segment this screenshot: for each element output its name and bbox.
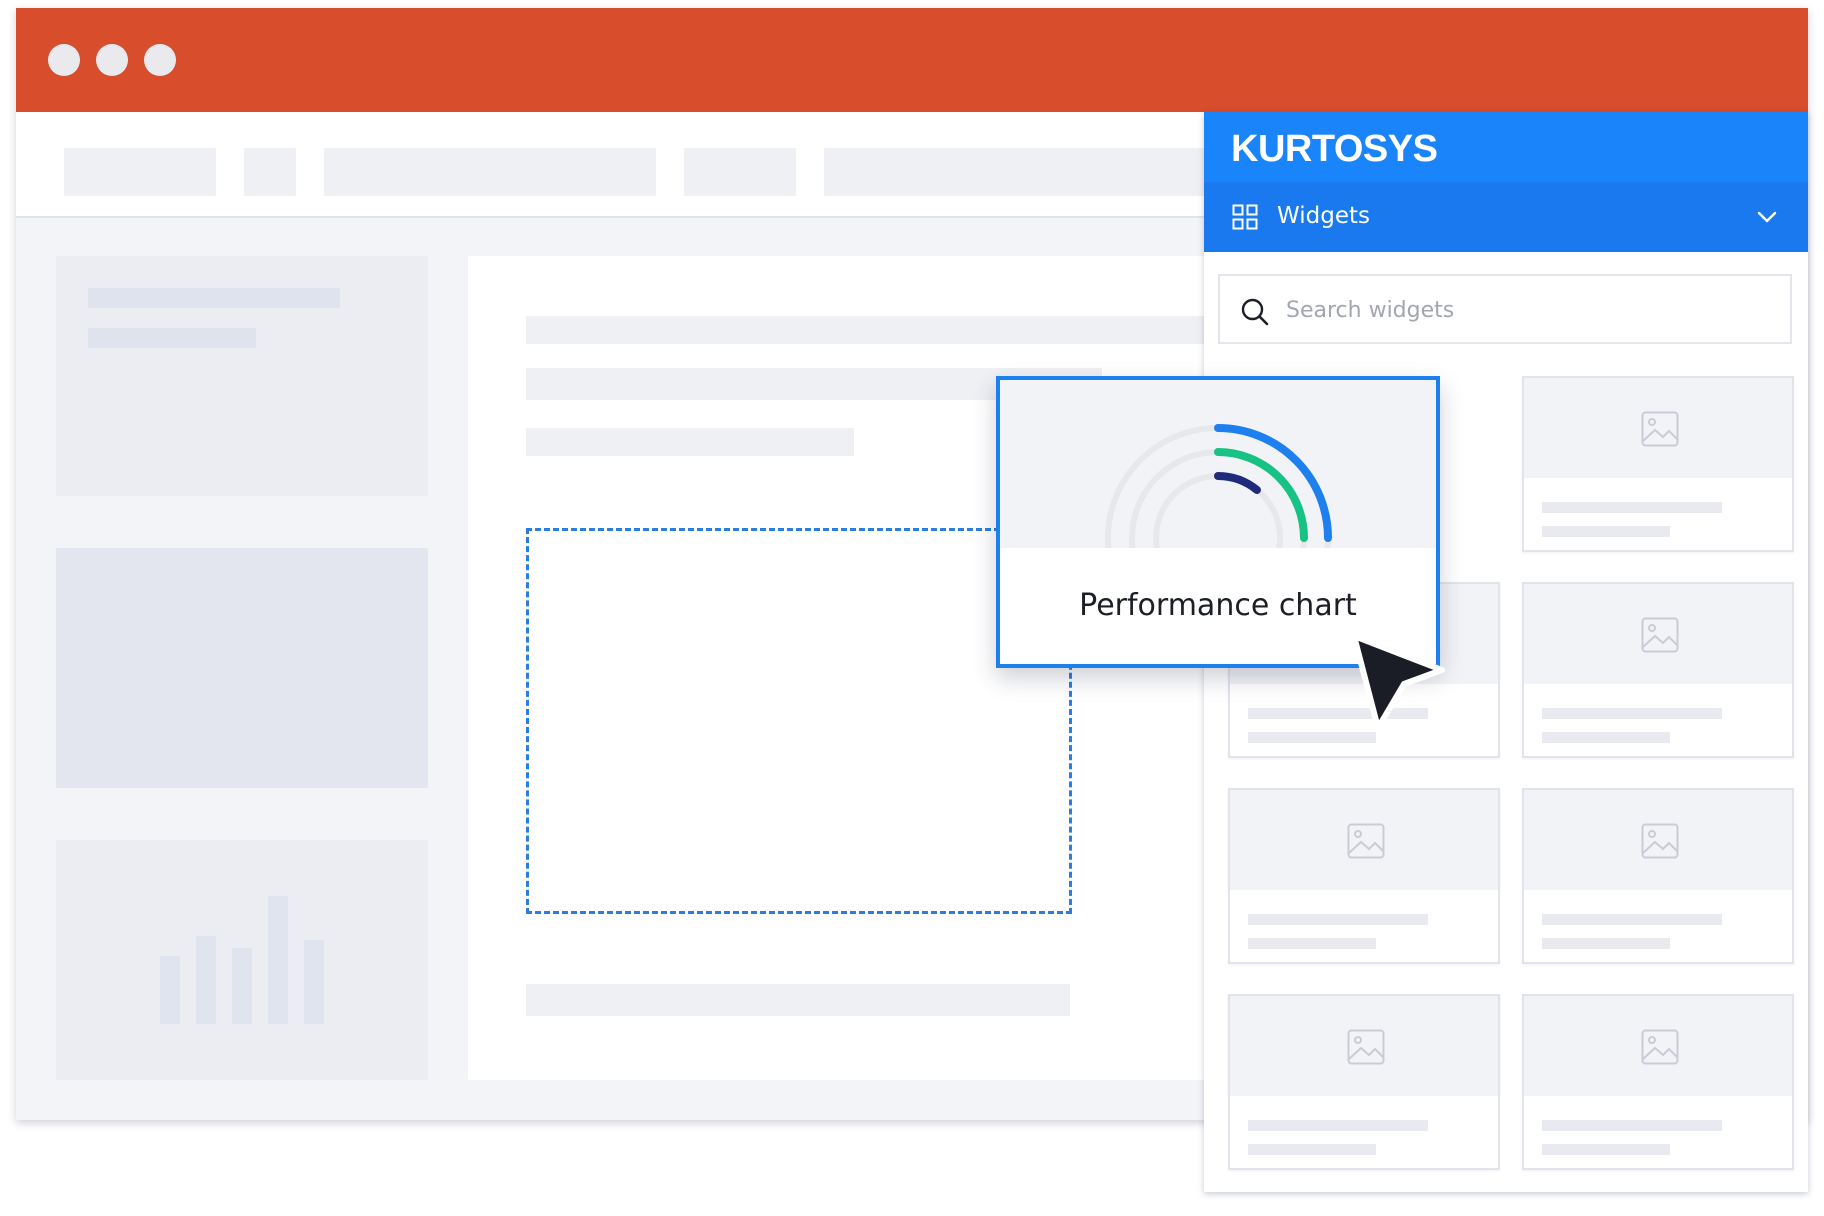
kurtosys-logo: KURTOSYS [1231, 128, 1438, 170]
search-box [1218, 274, 1792, 344]
skeleton-line [1248, 1120, 1428, 1131]
skeleton-line [1542, 938, 1670, 949]
skeleton-line [1542, 502, 1722, 513]
widget-drop-zone[interactable] [526, 528, 1072, 914]
skeleton-line [526, 316, 1216, 344]
skeleton-line [1248, 1144, 1376, 1155]
skeleton-line [1248, 938, 1376, 949]
window-maximize-control[interactable] [144, 44, 176, 76]
skeleton-line [1542, 732, 1670, 743]
widget-tile[interactable] [1228, 788, 1500, 964]
skeleton-bar [160, 956, 180, 1024]
widget-tile[interactable] [1522, 582, 1794, 758]
widget-thumbnail [1524, 996, 1792, 1096]
skeleton-line [1542, 708, 1722, 719]
nav-placeholder-3 [324, 148, 656, 196]
mouse-pointer-icon [1351, 633, 1445, 731]
window-minimize-control[interactable] [96, 44, 128, 76]
window-titlebar [16, 8, 1808, 112]
skeleton-card-text [56, 256, 428, 496]
skeleton-line [88, 328, 256, 348]
skeleton-card-block [56, 548, 428, 788]
skeleton-bar [232, 948, 252, 1024]
performance-chart-icon [1105, 424, 1332, 548]
search-icon [1241, 298, 1269, 326]
image-placeholder-icon [1347, 1029, 1385, 1065]
skeleton-line [1542, 526, 1670, 537]
skeleton-bar [304, 940, 324, 1024]
skeleton-line [1542, 914, 1722, 925]
widget-tile[interactable] [1522, 376, 1794, 552]
skeleton-card-chart [56, 840, 428, 1080]
widget-thumbnail [1524, 584, 1792, 684]
widget-tile[interactable] [1522, 994, 1794, 1170]
image-placeholder-icon [1641, 823, 1679, 859]
skeleton-line [526, 984, 1070, 1016]
nav-placeholder-5 [824, 148, 1204, 196]
skeleton-line [526, 428, 854, 456]
image-placeholder-icon [1641, 1029, 1679, 1065]
widget-thumbnail [1230, 996, 1498, 1096]
widget-tile[interactable] [1228, 994, 1500, 1170]
widget-label: Performance chart [1079, 588, 1357, 623]
skeleton-bar [196, 936, 216, 1024]
image-placeholder-icon [1641, 411, 1679, 447]
nav-placeholder-1 [64, 148, 216, 196]
widget-thumbnail [1524, 790, 1792, 890]
nav-placeholder-2 [244, 148, 296, 196]
dragged-widget-performance-chart[interactable]: Performance chart [996, 376, 1440, 668]
skeleton-line [1542, 1120, 1722, 1131]
chevron-down-icon[interactable] [1756, 206, 1778, 228]
nav-placeholder-4 [684, 148, 796, 196]
search-input[interactable] [1284, 286, 1778, 334]
skeleton-line [1248, 914, 1428, 925]
widget-thumbnail [1524, 378, 1792, 478]
grid-icon [1232, 204, 1258, 230]
skeleton-line [88, 288, 340, 308]
widget-thumbnail [1230, 790, 1498, 890]
skeleton-bar [268, 896, 288, 1024]
widget-tile[interactable] [1522, 788, 1794, 964]
widgets-label: Widgets [1277, 203, 1370, 229]
image-placeholder-icon [1347, 823, 1385, 859]
window-close-control[interactable] [48, 44, 80, 76]
image-placeholder-icon [1641, 617, 1679, 653]
performance-chart-thumbnail [1000, 380, 1436, 548]
widgets-section-dropdown[interactable]: Widgets [1204, 182, 1808, 252]
panel-header: KURTOSYS [1204, 112, 1808, 182]
skeleton-line [1542, 1144, 1670, 1155]
